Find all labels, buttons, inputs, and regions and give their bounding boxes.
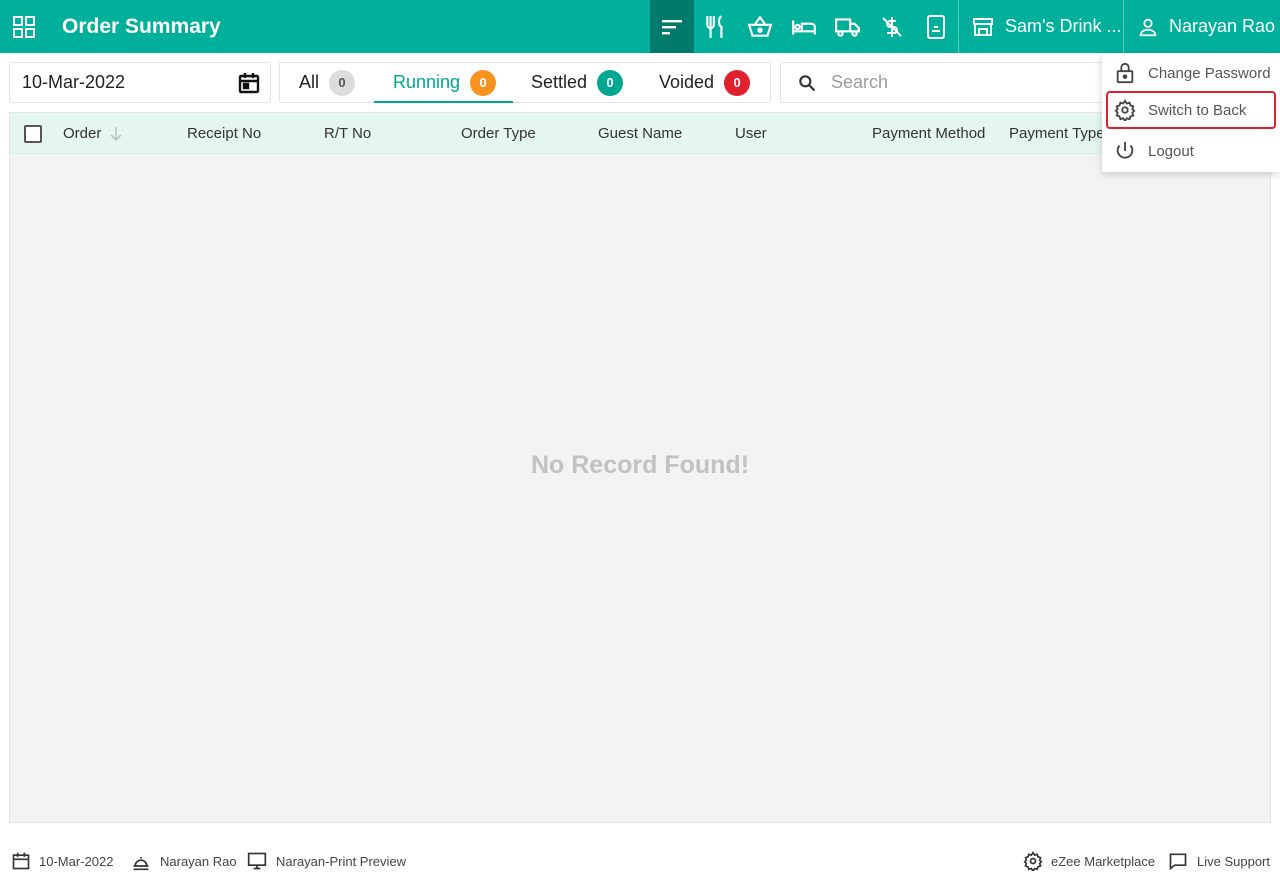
date-picker[interactable]: 10-Mar-2022 [9,62,271,103]
user-menu-toggle[interactable]: Narayan Rao [1125,0,1280,53]
status-bar: 10-Mar-2022 Narayan Rao Narayan-Print Pr… [0,841,1280,881]
no-tip-icon[interactable] [870,0,914,53]
count-badge: 0 [724,69,751,96]
search-box [780,62,1120,103]
orders-table: Order Receipt No R/T No Order Type Guest… [9,112,1271,823]
menu-item-label: Change Password [1148,64,1271,82]
outlet-name: Sam's Drink ... [1005,16,1122,36]
chat-icon [1169,853,1187,871]
status-tabs: All 0 Running 0 Settled 0 Voided 0 [279,62,771,103]
menu-item-change-password[interactable]: Change Password [1106,54,1276,92]
count-badge: 0 [329,69,356,96]
footer-user: Narayan Rao [130,841,237,881]
page-title: Order Summary [62,14,221,38]
empty-state-message: No Record Found! [530,451,750,479]
sort-down-icon[interactable] [109,126,123,142]
menu-item-label: Switch to Back [1148,101,1247,119]
tab-label: Voided [659,72,715,92]
menu-item-logout[interactable]: Logout [1106,132,1276,170]
header-nav [650,0,958,53]
live-support-link[interactable]: Live Support [1167,841,1270,881]
power-icon [1116,141,1134,159]
column-header-user[interactable]: User [735,113,767,154]
tablet-icon[interactable] [914,0,958,53]
user-icon [1139,18,1157,36]
footer-date-text: 10-Mar-2022 [39,853,114,869]
tab-label: Settled [531,72,588,92]
column-label: Order [63,125,102,142]
footer-user-text: Narayan Rao [160,853,237,869]
date-value: 10-Mar-2022 [22,72,126,92]
search-icon [799,74,816,91]
tab-settled[interactable]: Settled 0 [531,63,631,102]
marketplace-link[interactable]: eZee Marketplace [1023,841,1155,881]
sort-icon[interactable] [650,0,694,53]
column-header-rt-no[interactable]: R/T No [324,113,371,154]
waiter-icon [133,856,149,871]
top-bar: Order Summary Sam's Drink ... Narayan Ra… [0,0,1280,53]
gear-icon [1023,851,1043,871]
footer-printer[interactable]: Narayan-Print Preview [246,841,406,881]
tab-label: Running [393,72,461,92]
tab-running[interactable]: Running 0 [374,63,513,103]
bed-icon[interactable] [782,0,826,53]
lock-icon [1116,62,1134,84]
basket-icon[interactable] [738,0,782,53]
count-badge: 0 [470,69,497,96]
menu-item-switch-to-back[interactable]: Switch to Back [1106,91,1276,129]
calendar-icon [12,852,30,870]
column-header-payment-type[interactable]: Payment Type [1009,113,1105,154]
apps-grid-icon[interactable] [0,0,48,53]
footer-date: 10-Mar-2022 [11,841,113,881]
outlet-selector[interactable]: Sam's Drink ... [958,0,1124,53]
column-header-receipt-no[interactable]: Receipt No [187,113,261,154]
column-header-order-type[interactable]: Order Type [461,113,536,154]
calendar-icon[interactable] [237,71,261,95]
column-header-guest-name[interactable]: Guest Name [598,113,682,154]
gear-icon [1114,99,1136,121]
column-header-order[interactable]: Order [63,113,123,154]
live-support-text: Live Support [1197,853,1270,869]
select-all-checkbox[interactable] [24,125,42,143]
tab-label: All [299,72,320,92]
column-header-payment-method[interactable]: Payment Method [872,113,985,154]
menu-item-label: Logout [1148,142,1194,160]
restaurant-icon[interactable] [694,0,738,53]
store-icon [973,17,993,36]
count-badge: 0 [597,69,624,96]
user-name: Narayan Rao [1169,16,1276,36]
tab-voided[interactable]: Voided 0 [659,63,759,102]
marketplace-text: eZee Marketplace [1051,853,1156,869]
table-header: Order Receipt No R/T No Order Type Guest… [10,113,1270,154]
footer-printer-text: Narayan-Print Preview [276,853,407,869]
user-dropdown-menu: Change Password Switch to Back Logout [1102,53,1280,172]
monitor-icon [247,852,267,870]
search-input[interactable] [831,72,1091,93]
truck-icon[interactable] [826,0,870,53]
tab-all[interactable]: All 0 [299,63,356,102]
